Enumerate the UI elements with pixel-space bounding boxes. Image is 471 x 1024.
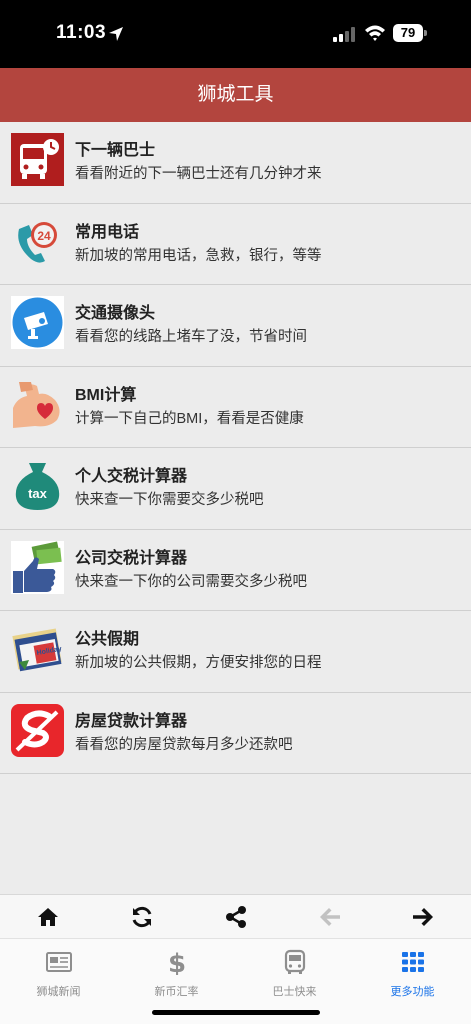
tax-bag-icon: tax [15, 463, 60, 510]
bus-clock-icon [11, 133, 64, 186]
tab-more[interactable]: 更多功能 [354, 949, 471, 999]
list-item-traffic-camera[interactable]: 交通摄像头 看看您的线路上堵车了没，节省时间 [0, 285, 471, 367]
forward-arrow-icon[interactable] [411, 905, 435, 929]
newspaper-icon [45, 952, 72, 972]
grid-icon [401, 952, 424, 972]
tab-exchange-rate[interactable]: $ 新币汇率 [118, 949, 235, 999]
item-description: 快来查一下你的公司需要交多少税吧 [75, 573, 307, 590]
status-bar: 11:03 79 [0, 0, 471, 68]
item-title: 下一辆巴士 [75, 142, 156, 159]
item-description: 看看您的线路上堵车了没，节省时间 [75, 329, 307, 345]
item-title: 常用电话 [75, 223, 140, 241]
list-item-company-tax[interactable]: 公司交税计算器 快来查一下你的公司需要交多少税吧 [0, 529, 471, 611]
item-description: 计算一下自己的BMI，看看是否健康 [75, 410, 304, 427]
tool-list: 下一辆巴士 看看附近的下一辆巴士还有几分钟才来 24 常用电话 新加坡的常用电话… [0, 122, 471, 774]
holiday-calendar-icon: Holiday [12, 628, 62, 672]
status-time: 11:03 [56, 22, 107, 43]
tab-label: 新币汇率 [154, 986, 199, 998]
item-title: 公共假期 [75, 631, 140, 648]
svg-text:$: $ [167, 949, 185, 975]
tab-label: 狮城新闻 [36, 986, 81, 998]
list-item-phone[interactable]: 24 常用电话 新加坡的常用电话，急救，银行，等等 [0, 203, 471, 285]
item-description: 看看您的房屋贷款每月多少还款吧 [75, 736, 293, 753]
list-item-holiday[interactable]: Holiday 公共假期 新加坡的公共假期，方便安排您的日程 [0, 611, 471, 693]
dollar-icon: $ [167, 949, 185, 975]
browser-toolbar [0, 894, 471, 938]
tab-news[interactable]: 狮城新闻 [0, 949, 117, 999]
phone-24-icon: 24 [18, 221, 57, 263]
tab-bus[interactable]: 巴士快来 [236, 949, 353, 999]
list-item-mortgage[interactable]: 房屋贷款计算器 看看您的房屋贷款每月多少还款吧 [0, 692, 471, 774]
item-title: 公司交税计算器 [75, 549, 188, 567]
page-title: 狮城工具 [0, 68, 471, 122]
item-description: 新加坡的常用电话，急救，银行，等等 [75, 247, 322, 264]
location-arrow-icon [109, 27, 123, 41]
cellular-signal-icon [333, 27, 355, 42]
item-description: 看看附近的下一辆巴士还有几分钟才来 [75, 166, 322, 182]
back-arrow-icon[interactable] [318, 905, 342, 929]
home-indicator [152, 1010, 320, 1015]
loan-s-icon [11, 703, 64, 757]
wifi-icon [365, 25, 385, 41]
refresh-icon[interactable] [130, 905, 154, 929]
battery-tip [424, 30, 427, 36]
list-item-personal-tax[interactable]: tax 个人交税计算器 快来查一下你需要交多少税吧 [0, 448, 471, 530]
thumbs-up-money-icon [11, 540, 64, 594]
tab-label: 更多功能 [390, 986, 435, 998]
tab-label: 巴士快来 [272, 986, 317, 998]
traffic-camera-icon [11, 296, 64, 349]
item-title: 房屋贷款计算器 [75, 712, 188, 730]
svg-text:24: 24 [37, 229, 51, 243]
item-description: 新加坡的公共假期，方便安排您的日程 [75, 655, 322, 671]
home-icon[interactable] [36, 905, 60, 929]
battery-indicator: 79 [393, 24, 423, 42]
list-item-bmi[interactable]: BMI计算 计算一下自己的BMI，看看是否健康 [0, 366, 471, 448]
item-title: BMI计算 [75, 386, 137, 404]
svg-text:tax: tax [28, 486, 48, 501]
list-item-next-bus[interactable]: 下一辆巴士 看看附近的下一辆巴士还有几分钟才来 [0, 122, 471, 204]
item-title: 个人交税计算器 [75, 468, 188, 485]
item-description: 快来查一下你需要交多少税吧 [75, 492, 264, 508]
share-icon[interactable] [224, 905, 248, 929]
arm-heart-icon [13, 381, 60, 428]
bus-icon [284, 949, 305, 974]
item-title: 交通摄像头 [75, 305, 156, 322]
